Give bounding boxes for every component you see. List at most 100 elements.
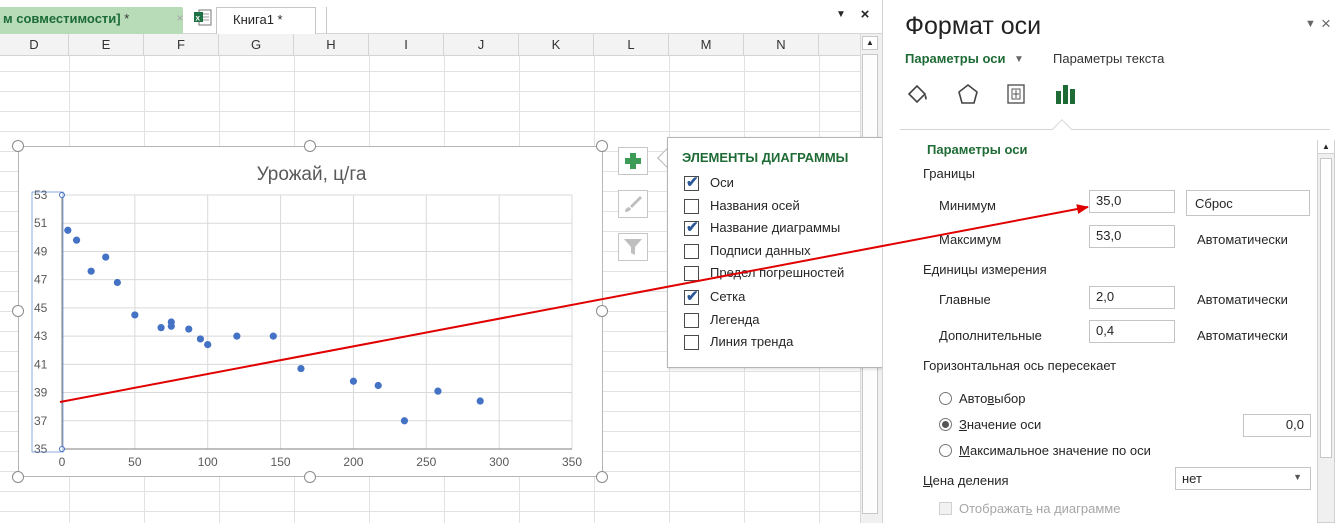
pane-scrollbar-thumb[interactable]: [1320, 158, 1332, 458]
minor-auto-label[interactable]: Автоматически: [1197, 328, 1288, 343]
y-tick-label: 41: [34, 357, 48, 371]
radio-max-value[interactable]: [939, 444, 952, 457]
axis-options-icon[interactable]: [1053, 82, 1079, 106]
checkbox-box[interactable]: ✔: [684, 288, 699, 305]
checkbox-box[interactable]: [684, 266, 699, 281]
chart-styles-button[interactable]: [618, 190, 648, 218]
checkbox-label: Оси: [710, 175, 734, 190]
y-tick-label: 35: [34, 442, 48, 456]
tab-compat-mode[interactable]: м совместимости] *: [0, 7, 183, 34]
data-point: [167, 322, 175, 330]
checkbox-box[interactable]: ✔: [684, 174, 699, 191]
check-icon: ✔: [686, 174, 699, 191]
axis-selection-handle: [59, 446, 65, 452]
chart-plot-svg[interactable]: 35 37 39 41 43 45 47 49 51 53 0 50 100 150 200 250 300 35…: [19, 147, 604, 478]
column-header-f[interactable]: F: [144, 34, 219, 55]
checkbox-box[interactable]: [684, 313, 699, 328]
minor-unit-input[interactable]: 0,4: [1089, 320, 1175, 343]
column-header-m[interactable]: M: [669, 34, 744, 55]
tab-list-dropdown-icon[interactable]: ▼: [834, 9, 848, 23]
data-point: [185, 325, 193, 333]
tab-close-icon[interactable]: ×: [173, 11, 187, 25]
resize-handle-top-right[interactable]: [596, 140, 608, 152]
axis-selection-handle: [59, 192, 65, 198]
column-header-g[interactable]: G: [219, 34, 294, 55]
column-header-n[interactable]: N: [744, 34, 819, 55]
radio-axis-value-label[interactable]: Значение оси: [959, 417, 1041, 432]
radio-auto-label[interactable]: Автовыбор: [959, 391, 1026, 406]
x-tick-label: 200: [343, 455, 363, 469]
radio-max-value-label-b: аксимальное значение по оси: [969, 443, 1151, 458]
column-header-k[interactable]: K: [519, 34, 594, 55]
major-auto-label[interactable]: Автоматически: [1197, 292, 1288, 307]
max-label: Максимум: [939, 232, 1002, 247]
pane-scroll-up-arrow-icon[interactable]: ▲: [1318, 140, 1334, 154]
format-axis-pane: Формат оси ▼ × Параметры оси ▼ Параметры…: [882, 0, 1342, 523]
checkbox-label: Сетка: [710, 289, 746, 304]
check-icon: ✔: [686, 219, 699, 236]
tab-axis-options[interactable]: Параметры оси: [905, 51, 1005, 66]
column-header-e[interactable]: E: [69, 34, 144, 55]
pane-options-dropdown-icon[interactable]: ▼: [1305, 18, 1316, 30]
pane-close-icon[interactable]: ×: [1321, 14, 1331, 34]
x-tick-label: 150: [271, 455, 291, 469]
data-point: [233, 332, 241, 340]
resize-handle-middle-right[interactable]: [596, 305, 608, 317]
tab-book1[interactable]: Книга1 *: [216, 7, 316, 34]
tab-text-options[interactable]: Параметры текста: [1053, 51, 1164, 66]
resize-handle-middle-left[interactable]: [12, 305, 24, 317]
data-point: [476, 397, 484, 405]
tab-axis-options-dropdown-icon[interactable]: ▼: [1014, 54, 1024, 65]
max-input[interactable]: 53,0: [1089, 225, 1175, 248]
column-header-d[interactable]: D: [0, 34, 69, 55]
major-unit-input[interactable]: 2,0: [1089, 286, 1175, 309]
popup-title: ЭЛЕМЕНТЫ ДИАГРАММЫ: [682, 150, 849, 165]
column-header-l[interactable]: L: [594, 34, 669, 55]
bounds-heading: Границы: [923, 166, 975, 181]
chart-elements-button[interactable]: [618, 147, 648, 175]
resize-handle-bottom-center[interactable]: [304, 471, 316, 483]
checkbox-box[interactable]: ✔: [684, 219, 699, 236]
column-header-h[interactable]: H: [294, 34, 369, 55]
max-auto-label[interactable]: Автоматически: [1197, 232, 1288, 247]
resize-handle-bottom-right[interactable]: [596, 471, 608, 483]
checkbox-box[interactable]: [684, 199, 699, 214]
unit-label-heading-u: Ц: [923, 473, 933, 488]
chart-area[interactable]: Урожай, ц/га 35 37 39 41 43 45 47 49 51 53 0 50 100 1…: [18, 146, 603, 477]
reset-button[interactable]: Сброс: [1186, 190, 1310, 216]
effects-icon[interactable]: [955, 82, 981, 106]
radio-selected-dot: [942, 421, 949, 428]
data-point: [102, 253, 110, 261]
svg-text:x: x: [196, 14, 201, 23]
x-tick-label: 300: [489, 455, 509, 469]
fill-line-icon[interactable]: [905, 82, 931, 106]
min-input[interactable]: 35,0: [1089, 190, 1175, 213]
size-properties-icon[interactable]: [1003, 82, 1029, 106]
unit-label-select[interactable]: нет ▼: [1175, 467, 1311, 490]
resize-handle-top-center[interactable]: [304, 140, 316, 152]
y-tick-label: 49: [34, 244, 48, 258]
checkbox-box[interactable]: [684, 335, 699, 350]
radio-axis-value[interactable]: [939, 418, 952, 431]
chart-filters-button[interactable]: [618, 233, 648, 261]
tab-compat-star: *: [120, 11, 130, 26]
scroll-up-arrow-icon[interactable]: ▲: [862, 36, 878, 50]
window-close-icon[interactable]: ×: [858, 6, 872, 23]
radio-auto-label-a: Авто: [959, 391, 988, 406]
y-tick-label: 47: [34, 273, 48, 287]
axis-value-input[interactable]: 0,0: [1243, 414, 1311, 437]
show-on-chart-checkbox[interactable]: [939, 502, 952, 515]
radio-max-value-label-u: М: [959, 443, 970, 458]
units-heading: Единицы измерения: [923, 262, 1047, 277]
resize-handle-top-left[interactable]: [12, 140, 24, 152]
radio-max-value-label[interactable]: Максимальное значение по оси: [959, 443, 1151, 458]
checkbox-label: Легенда: [710, 312, 760, 327]
radio-auto[interactable]: [939, 392, 952, 405]
checkbox-box[interactable]: [684, 244, 699, 259]
section-axis-options[interactable]: Параметры оси: [927, 142, 1027, 157]
column-header-i[interactable]: I: [369, 34, 444, 55]
resize-handle-bottom-left[interactable]: [12, 471, 24, 483]
excel-workbook-icon: x: [194, 9, 212, 26]
column-header-j[interactable]: J: [444, 34, 519, 55]
column-header: D E F G H I J K L M N: [0, 34, 860, 56]
